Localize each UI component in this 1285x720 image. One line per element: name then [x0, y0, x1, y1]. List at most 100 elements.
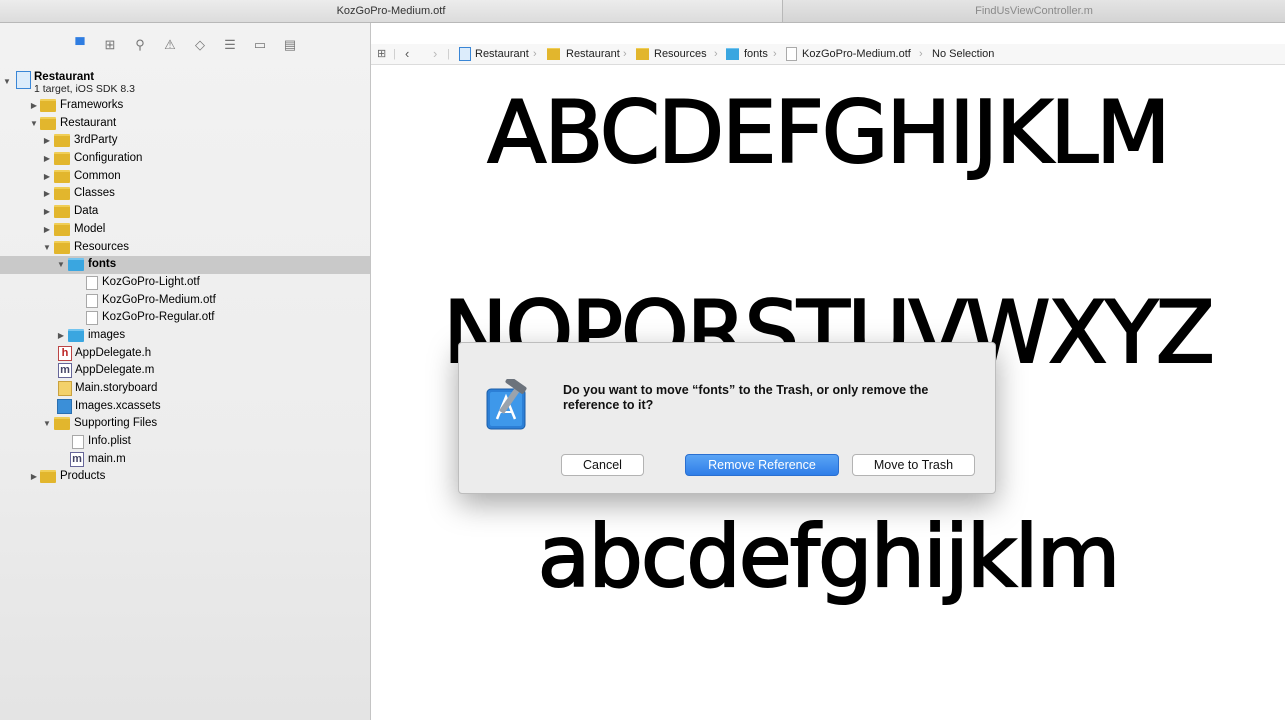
search-icon[interactable]: ⚲ [132, 37, 148, 53]
breadcrumb-selection[interactable]: No Selection [932, 44, 994, 64]
blue-folder-icon [68, 258, 84, 272]
tree-item-appdelegate-h[interactable]: h AppDelegate.h [0, 345, 370, 363]
folder-icon [54, 134, 70, 148]
disclosure-closed-icon[interactable]: ▶ [42, 150, 52, 167]
tab-findusviewcontroller[interactable]: FindUsViewController.m [783, 0, 1285, 22]
tree-item-restaurant[interactable]: ▼ Restaurant [0, 115, 370, 133]
related-items-icon[interactable]: ⊞ [377, 44, 386, 64]
breadcrumb-file[interactable]: KozGoPro-Medium.otf [802, 44, 911, 64]
tree-item-model[interactable]: ▶ Model [0, 221, 370, 239]
tree-item-supporting-files[interactable]: ▼ Supporting Files [0, 415, 370, 433]
tab-kozgopro-medium[interactable]: KozGoPro-Medium.otf [0, 0, 783, 22]
folder-icon [40, 116, 56, 130]
tree-item-classes[interactable]: ▶ Classes [0, 185, 370, 203]
tree-item-label: AppDelegate.m [75, 364, 155, 377]
project-row[interactable]: ▼ Restaurant 1 target, iOS SDK 8.3 [0, 69, 370, 97]
jump-bar: ⊞ | ‹ › | Restaurant › Restaurant › Reso… [371, 44, 1285, 65]
tree-item-label: images [88, 328, 126, 341]
chevron-right-icon: › [714, 48, 718, 60]
tree-item-info-plist[interactable]: Info.plist [0, 433, 370, 451]
tree-item-storyboard[interactable]: Main.storyboard [0, 380, 370, 398]
tree-item-products[interactable]: ▶ Products [0, 468, 370, 486]
tree-item-label: Supporting Files [74, 417, 158, 430]
disclosure-open-icon[interactable]: ▼ [56, 256, 66, 273]
tree-item-resources[interactable]: ▼ Resources [0, 239, 370, 257]
folder-icon [54, 222, 70, 236]
tree-item-label: Classes [74, 187, 115, 200]
tree-item-label: Restaurant [60, 116, 117, 129]
warning-icon[interactable]: ⚠ [162, 37, 178, 53]
disclosure-open-icon[interactable]: ▼ [29, 115, 39, 132]
disclosure-open-icon[interactable]: ▼ [42, 415, 52, 432]
chevron-right-icon: › [533, 48, 537, 60]
folder-icon [54, 169, 70, 183]
remove-reference-button[interactable]: Remove Reference [685, 454, 839, 476]
tree-item-images[interactable]: ▶ images [0, 327, 370, 345]
chevron-right-icon: › [773, 48, 777, 60]
debug-icon[interactable]: ☰ [222, 37, 238, 53]
tree-item-font-medium[interactable]: KozGoPro-Medium.otf [0, 292, 370, 310]
report-icon[interactable]: ▤ [282, 37, 298, 53]
tree-item-label: 3rdParty [74, 134, 118, 147]
folder-icon [547, 48, 560, 60]
cancel-button[interactable]: Cancel [561, 454, 644, 476]
tree-item-label: Configuration [74, 152, 143, 165]
breakpoint-icon[interactable]: ▭ [252, 37, 268, 53]
tree-item-appdelegate-m[interactable]: m AppDelegate.m [0, 362, 370, 380]
move-to-trash-button[interactable]: Move to Trash [852, 454, 975, 476]
tree-item-xcassets[interactable]: Images.xcassets [0, 398, 370, 416]
project-icon [459, 47, 471, 61]
breadcrumb-resources[interactable]: Resources [654, 44, 707, 64]
disclosure-open-icon[interactable]: ▼ [2, 73, 12, 90]
disclosure-closed-icon[interactable]: ▶ [42, 185, 52, 202]
hierarchy-icon[interactable]: ⊞ [102, 37, 118, 53]
folder-icon [40, 99, 56, 112]
tree-item-frameworks[interactable]: ▶ Frameworks [0, 97, 370, 115]
project-name: Restaurant [34, 71, 95, 83]
tree-item-data[interactable]: ▶ Data [0, 203, 370, 221]
tree-item-label: KozGoPro-Medium.otf [102, 293, 216, 306]
font-file-icon [86, 293, 98, 308]
back-arrow-icon[interactable]: ‹ [405, 44, 409, 64]
asset-catalog-icon [57, 398, 72, 414]
font-file-icon [86, 311, 98, 326]
tree-item-label: KozGoPro-Regular.otf [102, 311, 215, 324]
tree-item-main-m[interactable]: m main.m [0, 451, 370, 469]
breadcrumb-group[interactable]: Restaurant [566, 44, 620, 64]
folder-icon [54, 152, 70, 166]
disclosure-closed-icon[interactable]: ▶ [42, 132, 52, 149]
navigator-toolbar: ▀ ⊞ ⚲ ⚠ ◇ ☰ ▭ ▤ [0, 23, 370, 67]
project-subtitle: 1 target, iOS SDK 8.3 [34, 83, 135, 95]
breadcrumb-project[interactable]: Restaurant [475, 44, 529, 64]
disclosure-closed-icon[interactable]: ▶ [42, 168, 52, 185]
delete-confirmation-dialog: Do you want to move “fonts” to the Trash… [458, 342, 996, 494]
storyboard-icon [58, 381, 72, 396]
file-tree: ▼ Restaurant 1 target, iOS SDK 8.3 ▶ Fra… [0, 69, 370, 486]
folder-icon [54, 240, 70, 254]
tree-item-label: Frameworks [60, 99, 124, 111]
disclosure-closed-icon[interactable]: ▶ [29, 468, 39, 485]
dialog-message: Do you want to move “fonts” to the Trash… [563, 383, 929, 412]
tree-item-3rdparty[interactable]: ▶ 3rdParty [0, 132, 370, 150]
tree-item-configuration[interactable]: ▶ Configuration [0, 150, 370, 168]
disclosure-open-icon[interactable]: ▼ [42, 239, 52, 256]
forward-arrow-icon[interactable]: › [433, 44, 437, 64]
divider: | [393, 48, 396, 60]
disclosure-closed-icon[interactable]: ▶ [56, 327, 66, 344]
folder-icon [54, 417, 70, 431]
tree-item-font-regular[interactable]: KozGoPro-Regular.otf [0, 309, 370, 327]
breadcrumb-fonts[interactable]: fonts [744, 44, 768, 64]
tree-item-label: Model [74, 222, 106, 235]
folder-icon[interactable]: ▀ [72, 37, 88, 53]
tree-item-font-light[interactable]: KozGoPro-Light.otf [0, 274, 370, 292]
disclosure-closed-icon[interactable]: ▶ [42, 203, 52, 220]
tree-item-label: Data [74, 205, 99, 218]
source-file-icon: m [58, 363, 72, 379]
tree-item-label: KozGoPro-Light.otf [102, 275, 200, 288]
tree-item-common[interactable]: ▶ Common [0, 168, 370, 186]
tree-item-fonts[interactable]: ▼ fonts [0, 256, 370, 274]
test-diamond-icon[interactable]: ◇ [192, 37, 208, 53]
disclosure-closed-icon[interactable]: ▶ [42, 221, 52, 238]
project-icon [16, 71, 31, 89]
disclosure-closed-icon[interactable]: ▶ [29, 97, 39, 114]
